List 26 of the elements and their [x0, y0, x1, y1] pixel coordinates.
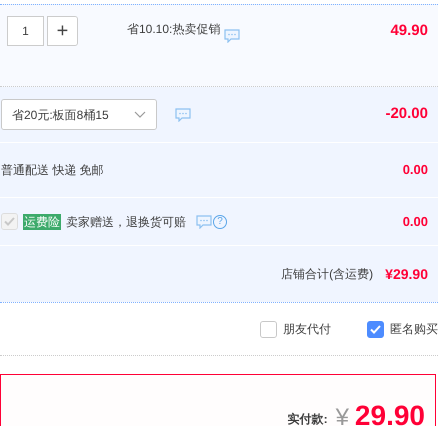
checkmark-icon — [4, 217, 15, 226]
comment-icon[interactable] — [175, 108, 191, 122]
comment-icon[interactable] — [196, 214, 212, 228]
quantity-field[interactable]: 1 — [7, 16, 44, 46]
promotion-text: 省10.10:热卖促销 — [127, 21, 220, 38]
payment-label: 实付款: — [288, 411, 328, 426]
checkmark-icon — [370, 324, 381, 334]
coupon-dropdown[interactable]: 省20元:板面8桶15 — [1, 99, 157, 130]
currency-symbol: ¥ — [336, 406, 349, 426]
insurance-text: 卖家赠送，退换货可赔 — [66, 214, 186, 230]
checkbox[interactable] — [367, 320, 384, 338]
checkbox[interactable] — [260, 320, 277, 338]
shipping-amount: 0.00 — [402, 161, 428, 180]
plus-button[interactable]: + — [47, 16, 78, 46]
insurance-amount: 0.00 — [402, 212, 428, 231]
shipping-method: 普通配送 快递 免邮 — [1, 162, 104, 179]
insurance-tag: 运费险 — [23, 214, 61, 230]
item-price: 49.90 — [390, 21, 428, 41]
store-total-label: 店铺合计(含运费) — [281, 266, 374, 283]
option-label[interactable]: 朋友代付 — [283, 320, 331, 338]
coupon-amount: -20.00 — [385, 104, 428, 124]
chevron-down-icon — [134, 111, 146, 118]
store-total-amount: ¥29.90 — [385, 264, 428, 284]
payment-amount: 29.90 — [354, 402, 425, 426]
option-label[interactable]: 匿名购买 — [390, 320, 438, 338]
comment-icon[interactable] — [224, 29, 240, 43]
